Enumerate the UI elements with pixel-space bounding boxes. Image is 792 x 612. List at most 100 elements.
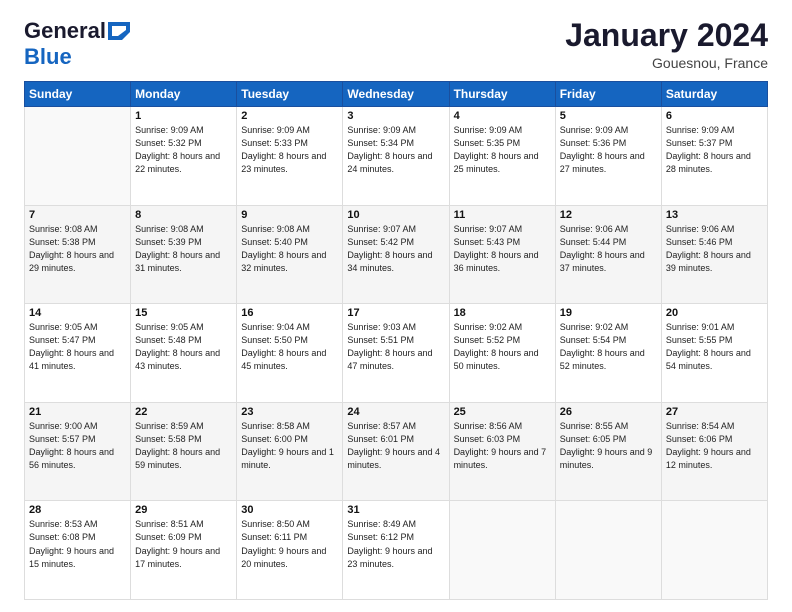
day-info: Sunrise: 8:58 AM Sunset: 6:00 PM Dayligh…: [241, 420, 338, 472]
day-info: Sunrise: 9:09 AM Sunset: 5:36 PM Dayligh…: [560, 124, 657, 176]
col-wednesday: Wednesday: [343, 82, 449, 107]
table-row: 31 Sunrise: 8:49 AM Sunset: 6:12 PM Dayli…: [343, 501, 449, 600]
table-row: 29 Sunrise: 8:51 AM Sunset: 6:09 PM Dayli…: [131, 501, 237, 600]
day-info: Sunrise: 8:53 AM Sunset: 6:08 PM Dayligh…: [29, 518, 126, 570]
day-info: Sunrise: 9:02 AM Sunset: 5:54 PM Dayligh…: [560, 321, 657, 373]
calendar-week-row: 7Sunrise: 9:08 AM Sunset: 5:38 PM Daylig…: [25, 205, 768, 304]
day-number: 2: [241, 110, 338, 122]
table-row: 3Sunrise: 9:09 AM Sunset: 5:34 PM Daylig…: [343, 107, 449, 206]
table-row: 13 Sunrise: 9:06 AM Sunset: 5:46 PM Dayli…: [661, 205, 767, 304]
day-number: 18: [454, 307, 551, 319]
day-info: Sunrise: 9:03 AM Sunset: 5:51 PM Dayligh…: [347, 321, 444, 373]
day-number: 24: [347, 406, 444, 418]
table-row: 17 Sunrise: 9:03 AM Sunset: 5:51 PM Dayli…: [343, 304, 449, 403]
col-sunday: Sunday: [25, 82, 131, 107]
day-info: Sunrise: 9:08 AM Sunset: 5:39 PM Dayligh…: [135, 223, 232, 275]
table-row: 21Sunrise: 9:00 AM Sunset: 5:57 PM Dayli…: [25, 402, 131, 501]
day-info: Sunrise: 9:06 AM Sunset: 5:46 PM Dayligh…: [666, 223, 763, 275]
day-info: Sunrise: 8:57 AM Sunset: 6:01 PM Dayligh…: [347, 420, 444, 472]
table-row: 18 Sunrise: 9:02 AM Sunset: 5:52 PM Dayli…: [449, 304, 555, 403]
day-info: Sunrise: 9:07 AM Sunset: 5:42 PM Dayligh…: [347, 223, 444, 275]
table-row: 7Sunrise: 9:08 AM Sunset: 5:38 PM Daylig…: [25, 205, 131, 304]
location: Gouesnou, France: [565, 55, 768, 71]
month-title: January 2024: [565, 18, 768, 53]
page: General Blue January 2024 Gouesnou, Fran…: [0, 0, 792, 612]
table-row: 28 Sunrise: 8:53 AM Sunset: 6:08 PM Dayli…: [25, 501, 131, 600]
day-info: Sunrise: 9:02 AM Sunset: 5:52 PM Dayligh…: [454, 321, 551, 373]
day-number: 14: [29, 307, 126, 319]
day-info: Sunrise: 9:09 AM Sunset: 5:37 PM Dayligh…: [666, 124, 763, 176]
calendar-week-row: 28 Sunrise: 8:53 AM Sunset: 6:08 PM Dayli…: [25, 501, 768, 600]
table-row: 22 Sunrise: 8:59 AM Sunset: 5:58 PM Dayli…: [131, 402, 237, 501]
table-row: 14 Sunrise: 9:05 AM Sunset: 5:47 PM Dayli…: [25, 304, 131, 403]
day-number: 4: [454, 110, 551, 122]
day-info: Sunrise: 9:07 AM Sunset: 5:43 PM Dayligh…: [454, 223, 551, 275]
day-number: 10: [347, 209, 444, 221]
day-number: 30: [241, 504, 338, 516]
day-number: 3: [347, 110, 444, 122]
table-row: 30 Sunrise: 8:50 AM Sunset: 6:11 PM Dayli…: [237, 501, 343, 600]
day-info: Sunrise: 8:50 AM Sunset: 6:11 PM Dayligh…: [241, 518, 338, 570]
col-friday: Friday: [555, 82, 661, 107]
table-row: 5 Sunrise: 9:09 AM Sunset: 5:36 PM Daylig…: [555, 107, 661, 206]
table-row: 6 Sunrise: 9:09 AM Sunset: 5:37 PM Daylig…: [661, 107, 767, 206]
day-number: 31: [347, 504, 444, 516]
day-info: Sunrise: 8:55 AM Sunset: 6:05 PM Dayligh…: [560, 420, 657, 472]
day-number: 26: [560, 406, 657, 418]
table-row: 4Sunrise: 9:09 AM Sunset: 5:35 PM Daylig…: [449, 107, 555, 206]
table-row: [555, 501, 661, 600]
calendar-week-row: 21Sunrise: 9:00 AM Sunset: 5:57 PM Dayli…: [25, 402, 768, 501]
day-info: Sunrise: 9:01 AM Sunset: 5:55 PM Dayligh…: [666, 321, 763, 373]
col-saturday: Saturday: [661, 82, 767, 107]
table-row: 19 Sunrise: 9:02 AM Sunset: 5:54 PM Dayli…: [555, 304, 661, 403]
col-monday: Monday: [131, 82, 237, 107]
day-number: 20: [666, 307, 763, 319]
day-number: 27: [666, 406, 763, 418]
table-row: 24 Sunrise: 8:57 AM Sunset: 6:01 PM Dayli…: [343, 402, 449, 501]
day-info: Sunrise: 8:54 AM Sunset: 6:06 PM Dayligh…: [666, 420, 763, 472]
day-info: Sunrise: 9:04 AM Sunset: 5:50 PM Dayligh…: [241, 321, 338, 373]
day-info: Sunrise: 8:59 AM Sunset: 5:58 PM Dayligh…: [135, 420, 232, 472]
table-row: 1Sunrise: 9:09 AM Sunset: 5:32 PM Daylig…: [131, 107, 237, 206]
day-number: 8: [135, 209, 232, 221]
day-number: 6: [666, 110, 763, 122]
table-row: 15Sunrise: 9:05 AM Sunset: 5:48 PM Dayli…: [131, 304, 237, 403]
day-number: 15: [135, 307, 232, 319]
day-number: 23: [241, 406, 338, 418]
day-number: 5: [560, 110, 657, 122]
table-row: 23 Sunrise: 8:58 AM Sunset: 6:00 PM Dayli…: [237, 402, 343, 501]
calendar-week-row: 1Sunrise: 9:09 AM Sunset: 5:32 PM Daylig…: [25, 107, 768, 206]
day-info: Sunrise: 9:05 AM Sunset: 5:47 PM Dayligh…: [29, 321, 126, 373]
day-info: Sunrise: 8:51 AM Sunset: 6:09 PM Dayligh…: [135, 518, 232, 570]
col-thursday: Thursday: [449, 82, 555, 107]
table-row: 26 Sunrise: 8:55 AM Sunset: 6:05 PM Dayli…: [555, 402, 661, 501]
table-row: [25, 107, 131, 206]
logo-blue-text: Blue: [24, 44, 72, 69]
day-number: 28: [29, 504, 126, 516]
day-info: Sunrise: 8:49 AM Sunset: 6:12 PM Dayligh…: [347, 518, 444, 570]
day-number: 21: [29, 406, 126, 418]
table-row: 16Sunrise: 9:04 AM Sunset: 5:50 PM Dayli…: [237, 304, 343, 403]
day-number: 17: [347, 307, 444, 319]
title-block: January 2024 Gouesnou, France: [565, 18, 768, 71]
table-row: 20 Sunrise: 9:01 AM Sunset: 5:55 PM Dayli…: [661, 304, 767, 403]
table-row: 25Sunrise: 8:56 AM Sunset: 6:03 PM Dayli…: [449, 402, 555, 501]
day-number: 22: [135, 406, 232, 418]
day-number: 11: [454, 209, 551, 221]
day-number: 9: [241, 209, 338, 221]
day-info: Sunrise: 9:08 AM Sunset: 5:40 PM Dayligh…: [241, 223, 338, 275]
logo: General Blue: [24, 18, 130, 70]
day-info: Sunrise: 9:09 AM Sunset: 5:33 PM Dayligh…: [241, 124, 338, 176]
day-number: 19: [560, 307, 657, 319]
table-row: 2 Sunrise: 9:09 AM Sunset: 5:33 PM Daylig…: [237, 107, 343, 206]
day-info: Sunrise: 9:09 AM Sunset: 5:32 PM Dayligh…: [135, 124, 232, 176]
day-number: 29: [135, 504, 232, 516]
calendar-table: Sunday Monday Tuesday Wednesday Thursday…: [24, 81, 768, 600]
day-info: Sunrise: 9:06 AM Sunset: 5:44 PM Dayligh…: [560, 223, 657, 275]
day-info: Sunrise: 9:08 AM Sunset: 5:38 PM Dayligh…: [29, 223, 126, 275]
table-row: [661, 501, 767, 600]
table-row: [449, 501, 555, 600]
day-number: 25: [454, 406, 551, 418]
header: General Blue January 2024 Gouesnou, Fran…: [24, 18, 768, 71]
day-number: 13: [666, 209, 763, 221]
